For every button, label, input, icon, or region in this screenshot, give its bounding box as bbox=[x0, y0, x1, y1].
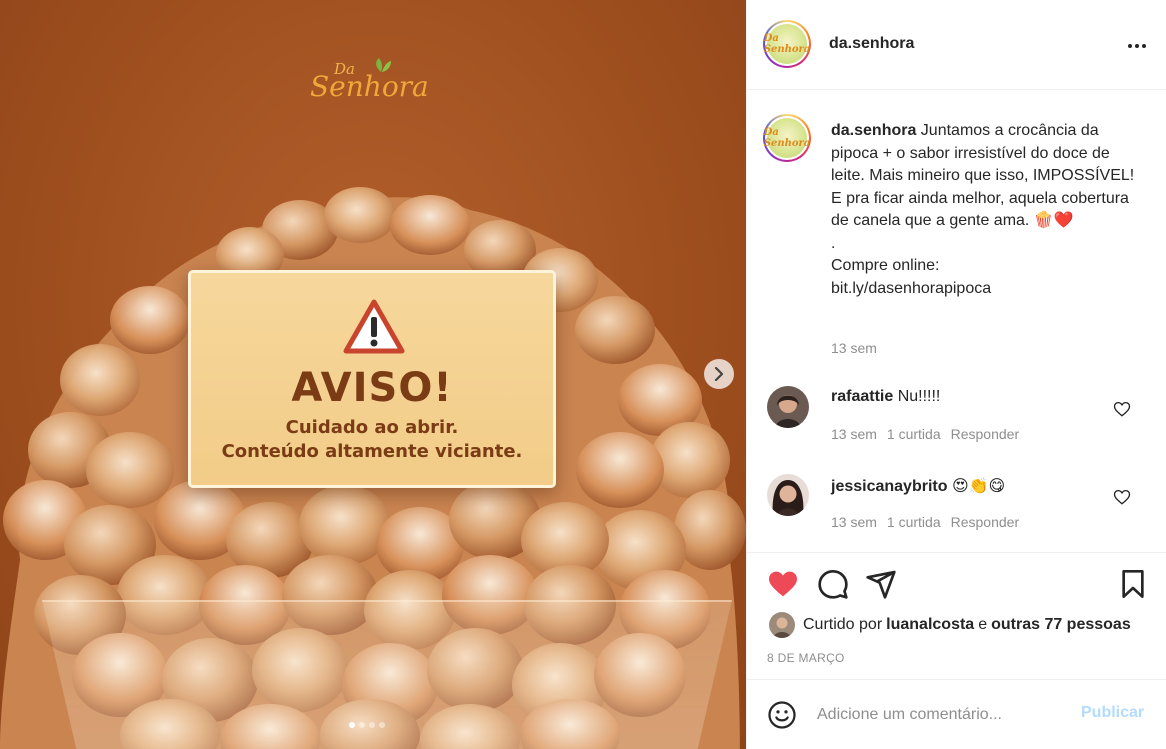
carousel-dot bbox=[349, 722, 355, 728]
more-horizontal-icon bbox=[1128, 44, 1132, 48]
comment-item: jessicanaybrito 😍👏😋 13 sem 1 curtida Res… bbox=[747, 474, 1166, 548]
likes-summary: Curtido por luanalcosta e outras 77 pess… bbox=[769, 612, 1135, 638]
comment-text: 😍👏😋 bbox=[947, 478, 1006, 495]
carousel-dot bbox=[379, 722, 385, 728]
caption-timestamp[interactable]: 13 sem bbox=[831, 340, 877, 356]
commenter-avatar[interactable] bbox=[767, 386, 809, 428]
header-username[interactable]: da.senhora bbox=[829, 35, 914, 53]
post-date[interactable]: 8 DE MARÇO bbox=[767, 651, 845, 665]
comment-heart-icon[interactable] bbox=[1113, 488, 1131, 506]
bookmark-icon[interactable] bbox=[1117, 568, 1149, 600]
action-bar bbox=[747, 552, 1166, 616]
likes-prefix: Curtido por bbox=[803, 616, 883, 633]
warning-title: AVISO! bbox=[291, 365, 453, 411]
publish-button[interactable]: Publicar bbox=[1081, 704, 1144, 722]
comment-likes-link[interactable]: 1 curtida bbox=[887, 426, 941, 442]
share-icon[interactable] bbox=[865, 568, 897, 600]
comment-icon[interactable] bbox=[817, 568, 849, 600]
warning-line-2: Conteúdo altamente viciante. bbox=[221, 441, 523, 462]
likes-joiner: e bbox=[978, 616, 988, 633]
caption-avatar[interactable]: Da Senhora bbox=[763, 114, 811, 162]
avatar-logo: Da Senhora bbox=[764, 118, 810, 158]
reply-button[interactable]: Responder bbox=[951, 426, 1020, 442]
avatar-logo: Da Senhora bbox=[764, 24, 810, 64]
caption-username[interactable]: da.senhora bbox=[831, 122, 916, 139]
avatar[interactable]: Da Senhora bbox=[763, 20, 811, 68]
emoji-icon[interactable] bbox=[767, 700, 797, 730]
likes-others-link[interactable]: outras 77 pessoas bbox=[991, 616, 1131, 634]
warning-triangle-icon bbox=[343, 299, 405, 354]
carousel-dots bbox=[349, 722, 385, 728]
more-options-button[interactable] bbox=[1125, 36, 1149, 56]
caption-text: da.senhora Juntamos a crocância da pipoc… bbox=[831, 120, 1141, 300]
warning-card: AVISO! Cuidado ao abrir. Conteúdo altame… bbox=[188, 270, 556, 488]
commenter-avatar[interactable] bbox=[767, 474, 809, 516]
popcorn-cup bbox=[42, 600, 732, 749]
reply-button[interactable]: Responder bbox=[951, 514, 1020, 530]
comment-heart-icon[interactable] bbox=[1113, 400, 1131, 418]
comment-text: Nu!!!!! bbox=[893, 388, 941, 405]
post-header: Da Senhora da.senhora bbox=[747, 0, 1166, 90]
warning-line-1: Cuidado ao abrir. bbox=[285, 417, 459, 438]
post-image[interactable]: Da Senhora AVISO! Cuidado ao abrir. Cont… bbox=[0, 0, 746, 749]
liker-avatar[interactable] bbox=[769, 612, 795, 638]
comment-item: rafaattie Nu!!!!! 13 sem 1 curtida Respo… bbox=[747, 386, 1166, 460]
comment-timestamp: 13 sem bbox=[831, 426, 877, 442]
heart-filled-icon[interactable] bbox=[767, 568, 799, 600]
comment-username[interactable]: jessicanaybrito bbox=[831, 478, 948, 495]
post-details-panel: Da Senhora da.senhora Da Senhora da.senh… bbox=[746, 0, 1166, 749]
comment-likes-link[interactable]: 1 curtida bbox=[887, 514, 941, 530]
caption-body: Juntamos a crocância da pipoca + o sabor… bbox=[831, 122, 1135, 297]
carousel-next-button[interactable] bbox=[704, 359, 734, 389]
comment-input[interactable] bbox=[817, 700, 1067, 730]
carousel-dot bbox=[359, 722, 365, 728]
comment-username[interactable]: rafaattie bbox=[831, 388, 893, 405]
liker-username[interactable]: luanalcosta bbox=[886, 616, 974, 634]
add-comment-bar: Publicar bbox=[747, 679, 1166, 749]
carousel-dot bbox=[369, 722, 375, 728]
chevron-right-icon bbox=[714, 367, 724, 381]
comment-timestamp: 13 sem bbox=[831, 514, 877, 530]
